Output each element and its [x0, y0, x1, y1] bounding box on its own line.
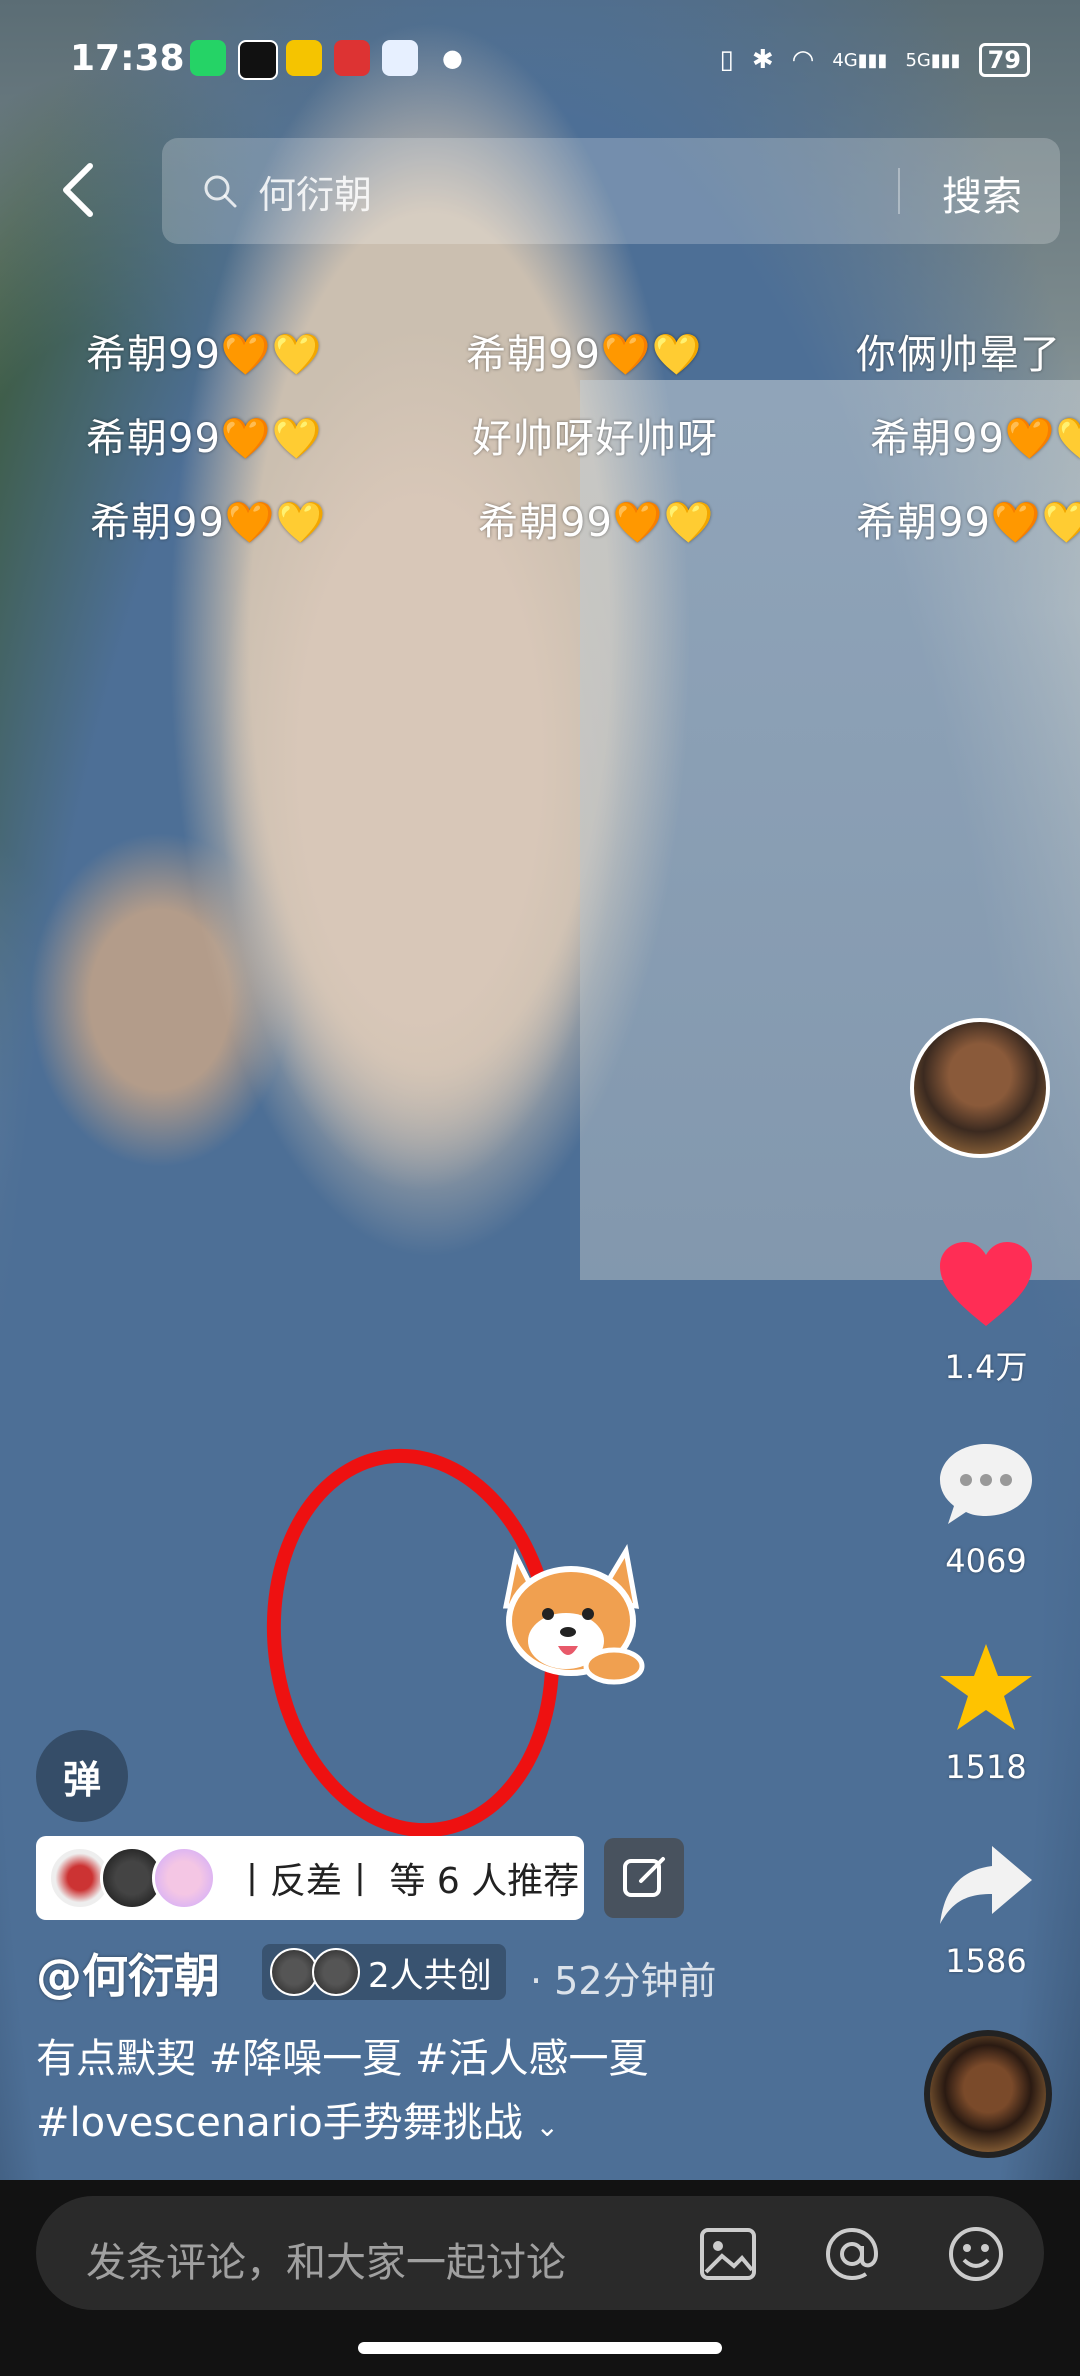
share-arrow-icon	[940, 1846, 1032, 1924]
comment-placeholder: 发条评论，和大家一起讨论	[86, 2240, 566, 2286]
mention-at-icon[interactable]	[822, 2224, 882, 2284]
co-create-chip[interactable]: 2人共创	[262, 1944, 506, 2000]
app-notification-icon-2	[382, 40, 418, 76]
recommender-avatars	[48, 1846, 216, 1910]
post-description-line-1[interactable]: 有点默契 #降噪一夏 #活人感一夏	[36, 2026, 648, 2084]
search-divider	[898, 168, 900, 214]
danmaku-item[interactable]: 希朝99🧡💛	[86, 322, 323, 380]
danmaku-item[interactable]: 好帅呀好帅呀	[472, 406, 718, 464]
home-indicator[interactable]	[358, 2342, 722, 2354]
whatsapp-icon	[190, 40, 226, 76]
recommender-avatar	[152, 1846, 216, 1910]
comment-bubble-icon	[940, 1444, 1032, 1524]
app-notification-icon	[334, 40, 370, 76]
recommend-text: 丨反差丨 等 6 人推荐	[234, 1861, 580, 1902]
vibrate-icon: ▯	[719, 45, 734, 75]
status-time: 17:38	[70, 38, 185, 79]
signal-4g-icon: 4G▮▮▮	[832, 49, 888, 71]
tiktok-icon	[238, 40, 278, 80]
co-creator-avatar	[270, 1948, 318, 1996]
danmaku-item[interactable]: 希朝99🧡💛	[856, 490, 1080, 548]
music-disc-icon[interactable]	[924, 2030, 1052, 2158]
heart-icon	[940, 1242, 1032, 1326]
search-button[interactable]: 搜索	[942, 164, 1022, 222]
post-description-text: #lovescenario手势舞挑战	[36, 2100, 523, 2146]
image-picker-icon[interactable]	[698, 2224, 758, 2284]
favorite-count: 1518	[945, 1748, 1027, 1786]
status-bar: 17:38 ● ▯ ✱ ◠ 4G▮▮▮ 5G▮▮▮ 79	[0, 0, 1080, 120]
danmaku-toggle-button[interactable]: 弹	[36, 1730, 128, 1822]
danmaku-item[interactable]: 你俩帅晕了	[856, 322, 1061, 380]
favorite-button[interactable]: 1518	[916, 1640, 1056, 1786]
danmaku-item[interactable]: 希朝99🧡💛	[478, 490, 715, 548]
post-description-line-2[interactable]: #lovescenario手势舞挑战 ⌄	[36, 2090, 559, 2148]
edit-recommend-button[interactable]	[604, 1838, 684, 1918]
search-bar[interactable]: 何衍朝 搜索	[162, 138, 1060, 244]
danmaku-toggle-label: 弹	[62, 1757, 101, 1802]
danmaku-item[interactable]: 希朝99🧡💛	[466, 322, 703, 380]
battery-indicator: 79	[978, 43, 1030, 77]
danmaku-item[interactable]: 希朝99🧡💛	[870, 406, 1080, 464]
recommend-chip[interactable]: 丨反差丨 等 6 人推荐	[36, 1836, 584, 1920]
emoji-icon[interactable]	[946, 2224, 1006, 2284]
post-time: · 52分钟前	[530, 1959, 717, 2003]
search-input[interactable]: 何衍朝	[258, 164, 372, 219]
expand-chevron-icon[interactable]: ⌄	[535, 2110, 558, 2143]
star-icon	[940, 1644, 1032, 1730]
bluetooth-icon: ✱	[751, 45, 774, 75]
like-button[interactable]: 1.4万	[916, 1240, 1056, 1388]
edit-pencil-icon	[623, 1857, 665, 1897]
wifi-icon: ◠	[791, 45, 815, 75]
weibo-icon	[286, 40, 322, 76]
comment-button[interactable]: 4069	[916, 1440, 1056, 1580]
author-avatar[interactable]	[910, 1018, 1050, 1158]
share-count: 1586	[945, 1942, 1027, 1980]
share-button[interactable]: 1586	[916, 1840, 1056, 1980]
danmaku-item[interactable]: 希朝99🧡💛	[90, 490, 327, 548]
more-notifications-dot-icon: ●	[442, 44, 463, 72]
signal-5g-icon: 5G▮▮▮	[905, 49, 961, 71]
like-count: 1.4万	[944, 1348, 1028, 1386]
author-name[interactable]: @何衍朝	[36, 1940, 220, 2006]
comment-count: 4069	[945, 1542, 1027, 1580]
co-creator-avatar	[312, 1948, 360, 1996]
search-icon	[204, 175, 237, 208]
danmaku-item[interactable]: 希朝99🧡💛	[86, 406, 323, 464]
corgi-sticker-icon	[502, 1544, 645, 1685]
comment-input[interactable]: 发条评论，和大家一起讨论	[36, 2196, 1044, 2310]
back-arrow-icon[interactable]	[52, 160, 112, 220]
co-create-label: 2人共创	[368, 1955, 492, 1996]
